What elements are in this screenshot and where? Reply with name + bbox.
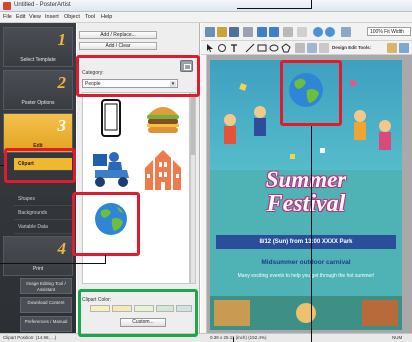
undo-icon[interactable] xyxy=(257,27,267,37)
status-bar: Clipart Position: (14.98, ...) 0.39 x 25… xyxy=(0,333,412,342)
menu-view[interactable]: View xyxy=(29,14,41,20)
zoom-out-icon[interactable] xyxy=(313,27,323,37)
rotate-icon[interactable] xyxy=(217,43,227,53)
menu-tool[interactable]: Tool xyxy=(85,14,95,20)
new-icon[interactable] xyxy=(205,27,215,37)
draw-toolbar xyxy=(201,41,412,55)
leader-line xyxy=(105,255,106,264)
poster-description[interactable]: Many exciting events to help you get thr… xyxy=(230,273,382,280)
callout-canvas-globe xyxy=(280,60,342,126)
status-size: 0.39 x 25.11 (inch) (152.4%) xyxy=(210,335,267,340)
clipart-hamburger[interactable] xyxy=(138,95,188,143)
leader-line xyxy=(233,337,234,342)
status-num: NUM xyxy=(392,335,403,340)
hamburger-icon xyxy=(147,107,179,133)
step-label: Print xyxy=(32,266,44,272)
step-number: 4 xyxy=(57,239,67,258)
step-number: 2 xyxy=(57,73,67,92)
leader-line xyxy=(311,0,312,8)
clipart-scrollbar[interactable] xyxy=(190,92,196,284)
step-1-select-template[interactable]: 1 Select Template xyxy=(3,27,73,67)
step-label: Select Template xyxy=(20,57,56,63)
open-icon[interactable] xyxy=(217,27,227,37)
title-bar: Untitled - PosterArtist xyxy=(0,0,412,12)
menu-object[interactable]: Object xyxy=(64,14,80,20)
preferences-button[interactable]: Preferences / Manual xyxy=(20,316,72,332)
step-number: 3 xyxy=(57,116,67,135)
menu-edit[interactable]: Edit xyxy=(16,14,25,20)
step-number: 1 xyxy=(57,30,67,49)
step-2-poster-options[interactable]: 2 Poster Options xyxy=(3,70,73,110)
text-icon[interactable] xyxy=(229,43,239,53)
download-content-button[interactable]: Download Content xyxy=(20,297,72,313)
menu-bar: File Edit View Insert Object Tool Help xyxy=(0,12,412,23)
sidebar-item-variable-data[interactable]: Variable Data xyxy=(14,221,72,234)
fit-icon[interactable] xyxy=(341,27,351,37)
align-icon[interactable] xyxy=(319,43,329,53)
vertical-ruler xyxy=(201,55,207,333)
step-4-print[interactable]: 4 Print xyxy=(3,236,73,276)
poster-date-band[interactable]: 8/12 (Sun) from 13:00 XXXX Park xyxy=(216,235,396,249)
clipart-delivery-scooter[interactable] xyxy=(86,145,136,193)
fill-icon[interactable] xyxy=(295,43,305,53)
clipart-smartphone[interactable] xyxy=(86,95,136,143)
step-label: Poster Options xyxy=(21,100,55,106)
poster-title-line1[interactable]: Summer xyxy=(210,167,402,193)
building-icon xyxy=(145,150,181,190)
callout-clipart-nav xyxy=(4,148,76,183)
sidebar-item-backgrounds[interactable]: Backgrounds xyxy=(14,207,72,220)
callout-globe-thumb xyxy=(72,192,140,256)
status-position: Clipart Position: (14.98, ...) xyxy=(3,335,57,340)
ellipse-icon[interactable] xyxy=(269,43,279,53)
line-icon[interactable] xyxy=(245,43,255,53)
arrange-icon[interactable] xyxy=(307,43,317,53)
poster-photo-strip xyxy=(210,296,402,330)
image-editing-tool-button[interactable]: Image Editing Tool / Assistant xyxy=(20,278,72,294)
poster-title-line2[interactable]: Festival xyxy=(210,191,402,218)
zoom-in-icon[interactable] xyxy=(325,27,335,37)
window-title: Untitled - PosterArtist xyxy=(14,2,71,8)
smartphone-icon xyxy=(101,99,121,137)
pointer-icon[interactable] xyxy=(205,43,215,53)
poster-subtitle[interactable]: Midsummer outdoor carnival xyxy=(210,259,402,266)
add-clear-button[interactable]: Add / Clear xyxy=(79,42,157,50)
leader-line xyxy=(311,126,312,342)
menu-file[interactable]: File xyxy=(3,14,12,20)
delivery-scooter-icon xyxy=(93,152,129,187)
layer-icon[interactable] xyxy=(297,27,307,37)
leader-line xyxy=(237,8,312,9)
callout-category-box xyxy=(76,55,200,97)
leader-line xyxy=(0,263,105,264)
sidebar-item-shapes[interactable]: Shapes xyxy=(14,193,72,206)
polygon-icon[interactable] xyxy=(281,43,291,53)
step-3-edit[interactable]: 3 Edit xyxy=(3,113,73,153)
save-icon[interactable] xyxy=(229,27,239,37)
grid-icon[interactable] xyxy=(283,27,293,37)
zoom-select[interactable]: 100% Fit Width xyxy=(367,27,411,36)
app-icon xyxy=(3,2,11,10)
clipart-building[interactable] xyxy=(138,145,188,193)
design-tool-2-icon[interactable] xyxy=(399,43,409,53)
menu-insert[interactable]: Insert xyxy=(45,14,59,20)
leader-line xyxy=(0,165,4,166)
add-replace-button[interactable]: Add / Replace... xyxy=(79,31,157,39)
poster-food-photos xyxy=(214,300,398,326)
scrollbar-thumb[interactable] xyxy=(191,95,195,155)
menu-help[interactable]: Help xyxy=(101,14,112,20)
callout-clipart-color xyxy=(78,289,198,337)
rectangle-icon[interactable] xyxy=(257,43,267,53)
design-tool-1-icon[interactable] xyxy=(387,43,397,53)
design-edit-tools-label: Design Edit Tools: xyxy=(332,45,372,50)
print-icon[interactable] xyxy=(243,27,253,37)
redo-icon[interactable] xyxy=(269,27,279,37)
